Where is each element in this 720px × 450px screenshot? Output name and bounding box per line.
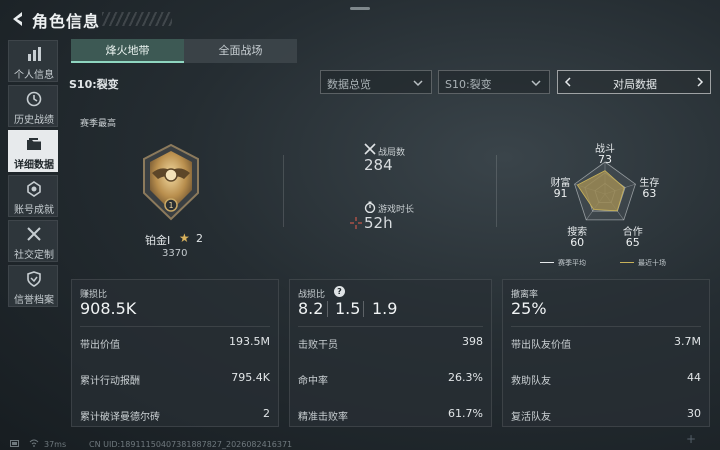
season-label: S10:裂变 <box>69 78 119 91</box>
rank-name: 铂金I <box>145 234 171 247</box>
divider <box>496 155 497 227</box>
sidebar-item-reputation[interactable]: 信誉档案 <box>8 265 58 307</box>
tools-icon <box>27 227 41 241</box>
matches-value: 284 <box>364 156 393 174</box>
kd-value-3: 1.9 <box>372 299 398 318</box>
help-icon[interactable]: ? <box>334 286 345 297</box>
sidebar-item-achievements[interactable]: 账号成就 <box>8 175 58 217</box>
medal-icon <box>27 181 41 197</box>
rank-score: 3370 <box>162 248 188 259</box>
tab-warzone[interactable]: 烽火地带 <box>71 39 184 63</box>
sidebar-item-label: 详细数据 <box>14 160 54 171</box>
divider <box>511 326 701 327</box>
sidebar-item-personal-info[interactable]: 个人信息 <box>8 40 58 82</box>
tab-full-battlefield[interactable]: 全面战场 <box>184 39 297 63</box>
row-label: 命中率 <box>298 376 328 387</box>
divider <box>80 326 270 327</box>
divider <box>298 326 483 327</box>
title-decoration <box>102 12 172 26</box>
season-best-label: 赛季最高 <box>80 119 117 129</box>
rank-star-count: 2 <box>196 232 203 245</box>
dropdown-value: 数据总览 <box>327 78 371 91</box>
crossed-swords-icon <box>364 143 376 155</box>
kd-ratio-panel: 战损比 ? 8.2 1.5 1.9 击败干员 398 命中率 26.3% 精准击… <box>289 279 492 427</box>
panel-value: 908.5K <box>80 299 137 318</box>
match-data-selector[interactable]: 对局数据 <box>557 70 711 94</box>
row-label: 救助队友 <box>511 376 551 387</box>
plus-icon: + <box>686 432 697 446</box>
bar-chart-icon <box>28 47 41 61</box>
chevron-down-icon <box>531 80 541 87</box>
match-data-label: 对局数据 <box>613 78 657 91</box>
legend-season-average: 赛季平均 <box>558 259 586 267</box>
sidebar-item-label: 信誉档案 <box>14 295 54 306</box>
radar-axis-value: 91 <box>553 187 568 201</box>
row-label: 累计行动报酬 <box>80 376 140 387</box>
kd-value-1: 8.2 <box>298 299 324 318</box>
divider <box>283 155 284 227</box>
sidebar-item-label: 账号成就 <box>14 205 54 216</box>
row-value: 193.5M <box>229 335 270 348</box>
panel-value: 25% <box>511 299 547 318</box>
platinum-rank-badge-icon: 1 <box>143 143 199 221</box>
divider <box>363 301 364 317</box>
rank-badge-number: 1 <box>168 201 173 210</box>
wifi-icon <box>29 439 39 447</box>
row-value: 61.7% <box>448 407 483 420</box>
data-overview-dropdown[interactable]: 数据总览 <box>320 70 432 94</box>
row-value: 3.7M <box>674 335 701 348</box>
row-value: 44 <box>687 371 701 384</box>
season-dropdown[interactable]: S10:裂变 <box>438 70 550 94</box>
radar-axis-value: 60 <box>570 235 585 249</box>
row-value: 30 <box>687 407 701 420</box>
legend-season-average-swatch <box>540 262 554 263</box>
divider <box>327 301 328 317</box>
row-label: 复活队友 <box>511 412 551 423</box>
crosshair-icon <box>350 217 362 229</box>
extraction-rate-panel: 撤离率 25% 带出队友价值 3.7M 救助队友 44 复活队友 30 <box>502 279 710 427</box>
ping-readout: 37ms <box>44 440 67 449</box>
page-title: 角色信息 <box>32 12 101 31</box>
radar-axis-value: 65 <box>625 235 640 249</box>
chevron-down-icon <box>413 80 423 87</box>
back-arrow-icon[interactable] <box>8 9 28 29</box>
legend-recent-ten: 最近十场 <box>638 259 666 267</box>
sidebar-item-social[interactable]: 社交定制 <box>8 220 58 262</box>
sidebar-item-history[interactable]: 历史战绩 <box>8 85 58 127</box>
radar-axis-value: 73 <box>598 153 612 166</box>
profit-loss-panel: 赚损比 908.5K 带出价值 193.5M 累计行动报酬 795.4K 累计破… <box>71 279 279 427</box>
sidebar-item-label: 个人信息 <box>14 70 54 81</box>
star-icon: ★ <box>179 231 190 245</box>
row-value: 795.4K <box>231 371 270 384</box>
header-bar: 角色信息 <box>0 0 720 38</box>
row-value: 26.3% <box>448 371 483 384</box>
uid-text: CN UID:18911150407381887827_202608241637… <box>89 440 293 449</box>
drag-handle[interactable] <box>350 7 370 10</box>
radar-axis-value: 63 <box>642 187 657 201</box>
row-value: 2 <box>263 407 270 420</box>
row-label: 累计破译曼德尔砖 <box>80 412 160 423</box>
row-label: 带出价值 <box>80 340 120 351</box>
sidebar-item-label: 社交定制 <box>14 250 54 261</box>
sidebar-item-label: 历史战绩 <box>14 115 54 126</box>
row-label: 带出队友价值 <box>511 340 571 351</box>
sidebar-item-detailed-data[interactable]: 详细数据 <box>8 130 58 172</box>
folder-icon <box>27 138 41 150</box>
stopwatch-icon <box>364 201 376 213</box>
row-label: 精准击败率 <box>298 412 348 423</box>
dropdown-value: S10:裂变 <box>445 78 492 91</box>
kd-value-2: 1.5 <box>335 299 361 318</box>
playtime-value: 52h <box>364 214 393 232</box>
history-icon <box>26 91 42 107</box>
row-value: 398 <box>462 335 483 348</box>
battery-icon <box>10 440 19 447</box>
row-label: 击败干员 <box>298 340 338 351</box>
legend-recent-ten-swatch <box>620 262 634 263</box>
shield-icon <box>27 271 41 287</box>
chevron-right-icon[interactable] <box>694 76 706 88</box>
